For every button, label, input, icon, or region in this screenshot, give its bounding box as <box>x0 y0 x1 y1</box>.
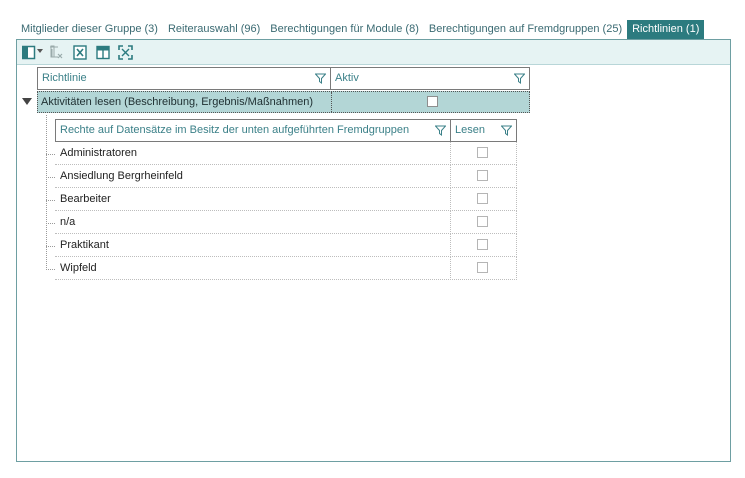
read-checkbox[interactable] <box>477 262 488 273</box>
group-name: n/a <box>60 216 76 228</box>
group-name: Ansiedlung Bergrheinfeld <box>60 170 183 182</box>
column-header-active-label: Aktiv <box>335 72 359 84</box>
clear-filter-icon[interactable] <box>49 45 64 60</box>
cell-divider <box>450 211 451 234</box>
filter-icon[interactable] <box>315 73 326 84</box>
tree-connector <box>46 246 55 247</box>
grid-toolbar <box>17 40 730 65</box>
read-checkbox[interactable] <box>477 239 488 250</box>
tree-connector <box>46 200 55 201</box>
table-row[interactable]: Wipfeld <box>55 257 517 280</box>
tree-connector <box>46 269 55 270</box>
read-checkbox[interactable] <box>477 216 488 227</box>
table-row[interactable]: n/a <box>55 211 517 234</box>
column-header-foreign-groups[interactable]: Rechte auf Datensätze im Besitz der unte… <box>55 119 451 142</box>
group-name: Wipfeld <box>60 262 97 274</box>
cell-divider <box>331 92 332 112</box>
layout-icon[interactable] <box>96 45 111 60</box>
cell-divider <box>450 165 451 188</box>
export-excel-icon[interactable] <box>73 45 88 60</box>
group-name: Administratoren <box>60 147 138 159</box>
tab-bar: Mitglieder dieser Gruppe (3) Reiterauswa… <box>16 20 705 39</box>
cell-divider <box>516 211 517 234</box>
table-row[interactable]: Bearbeiter <box>55 188 517 211</box>
cell-divider <box>450 188 451 211</box>
read-checkbox[interactable] <box>477 147 488 158</box>
column-header-policy-label: Richtlinie <box>42 72 87 84</box>
table-row[interactable]: Ansiedlung Bergrheinfeld <box>55 165 517 188</box>
column-header-foreign-groups-label: Rechte auf Datensätze im Besitz der unte… <box>60 124 410 136</box>
cell-divider <box>516 142 517 165</box>
tree-connector <box>46 223 55 224</box>
column-header-read[interactable]: Lesen <box>450 119 517 142</box>
tab-tab-selection[interactable]: Reiterauswahl (96) <box>163 20 265 39</box>
cell-divider <box>450 142 451 165</box>
column-header-policy[interactable]: Richtlinie <box>37 67 331 90</box>
cell-divider <box>450 257 451 280</box>
cell-divider <box>516 165 517 188</box>
fit-columns-icon[interactable] <box>118 45 133 60</box>
filter-icon[interactable] <box>514 73 525 84</box>
tree-connector <box>46 154 55 155</box>
cell-divider <box>516 234 517 257</box>
tab-group-members[interactable]: Mitglieder dieser Gruppe (3) <box>16 20 163 39</box>
tab-foreign-group-permissions[interactable]: Berechtigungen auf Fremdgruppen (25) <box>424 20 627 39</box>
group-name: Bearbeiter <box>60 193 111 205</box>
read-checkbox[interactable] <box>477 170 488 181</box>
filter-icon[interactable] <box>435 125 446 136</box>
cell-divider <box>516 188 517 211</box>
policy-active-checkbox[interactable] <box>427 96 438 107</box>
filter-icon[interactable] <box>501 125 512 136</box>
table-row[interactable]: Praktikant <box>55 234 517 257</box>
policies-panel: Richtlinie Aktiv Aktivitäten lesen (Besc… <box>16 39 731 462</box>
group-name: Praktikant <box>60 239 109 251</box>
column-chooser-icon[interactable] <box>22 45 36 60</box>
tree-connector <box>46 177 55 178</box>
column-header-read-label: Lesen <box>455 124 485 136</box>
dropdown-arrow-icon[interactable] <box>37 48 43 63</box>
collapse-arrow-icon[interactable] <box>22 98 32 106</box>
policy-row[interactable]: Aktivitäten lesen (Beschreibung, Ergebni… <box>37 91 530 113</box>
cell-divider <box>516 257 517 280</box>
tab-module-permissions[interactable]: Berechtigungen für Module (8) <box>265 20 424 39</box>
tab-policies[interactable]: Richtlinien (1) <box>627 20 705 39</box>
column-header-active[interactable]: Aktiv <box>330 67 530 90</box>
table-row[interactable]: Administratoren <box>55 142 517 165</box>
read-checkbox[interactable] <box>477 193 488 204</box>
policy-name: Aktivitäten lesen (Beschreibung, Ergebni… <box>41 96 314 108</box>
cell-divider <box>450 234 451 257</box>
